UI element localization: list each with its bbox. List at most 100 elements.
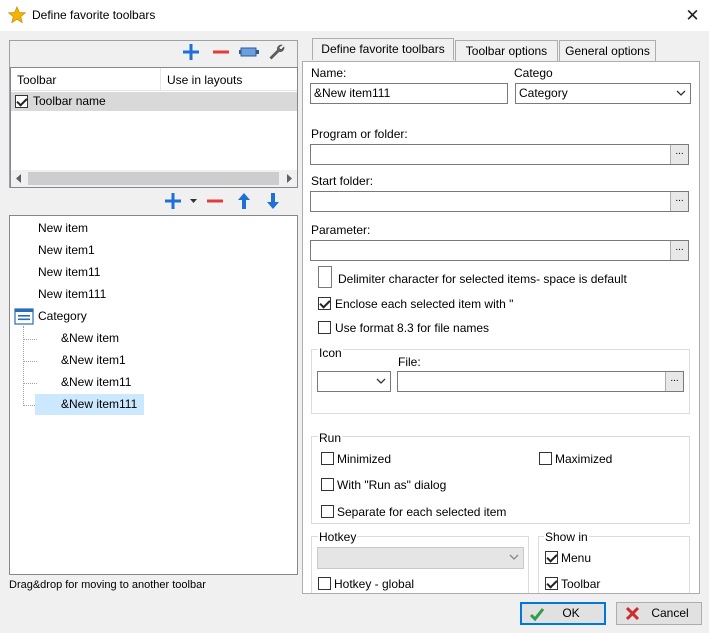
show-menu-label: Menu	[561, 551, 592, 565]
tree-item-label: New item	[38, 221, 89, 235]
tree-connector	[23, 361, 37, 362]
icon-file-field[interactable]	[397, 371, 684, 392]
tree-connector	[23, 326, 24, 406]
minus-icon[interactable]	[212, 43, 230, 61]
program-field[interactable]	[310, 144, 689, 165]
format83-checkbox[interactable]	[318, 321, 331, 334]
toolbars-list[interactable]: Toolbar Use in layouts Toolbar name	[10, 67, 298, 188]
ok-label: OK	[562, 606, 580, 620]
show-toolbar-checkbox[interactable]	[545, 577, 558, 590]
tree-item-label: &New item1	[61, 353, 126, 367]
start-folder-label: Start folder:	[311, 174, 374, 188]
scrollbar-thumb[interactable]	[28, 172, 279, 185]
category-icon	[14, 308, 34, 325]
toolbars-panel: Toolbar Use in layouts Toolbar name	[9, 40, 298, 188]
tree-item[interactable]: New item11	[38, 262, 100, 283]
category-select[interactable]: Category	[515, 83, 691, 104]
hotkey-select[interactable]	[317, 547, 524, 569]
run-group-label: Run	[318, 431, 343, 445]
hotkey-global-checkbox[interactable]	[318, 577, 331, 590]
delimiter-label: Delimiter character for selected items- …	[338, 272, 627, 286]
cancel-label: Cancel	[651, 606, 689, 620]
browse-glyph: ...	[675, 146, 684, 157]
minimized-label: Minimized	[337, 452, 392, 466]
tree-item-label: &New item111	[61, 397, 138, 411]
remove-item-minus-icon[interactable]	[206, 192, 224, 210]
tree-item-category[interactable]: Category	[38, 306, 87, 327]
arrow-up-icon[interactable]	[236, 192, 252, 210]
arrow-down-icon[interactable]	[265, 192, 281, 210]
cross-icon	[625, 606, 640, 621]
tree-item-label: &New item11	[61, 375, 132, 389]
list-header: Toolbar Use in layouts	[11, 68, 297, 91]
table-row[interactable]: Toolbar name	[11, 92, 297, 111]
tree-item-selected[interactable]: &New item111	[35, 394, 144, 415]
separate-checkbox[interactable]	[321, 505, 334, 518]
drag-drop-hint: Drag&drop for moving to another toolbar	[9, 579, 206, 591]
chevron-down-icon	[676, 90, 686, 96]
title-bar: Define favorite toolbars ✕	[0, 0, 709, 31]
items-tree[interactable]: New item New item1 New item11 New item11…	[9, 215, 298, 575]
tab-content-panel: Name: &New item111 Catego Category Progr…	[302, 61, 700, 594]
star-icon	[8, 6, 26, 24]
tab-define-favorite-toolbars[interactable]: Define favorite toolbars	[312, 38, 454, 60]
tree-item[interactable]: New item1	[38, 240, 95, 261]
show-menu-checkbox[interactable]	[545, 551, 558, 564]
start-folder-browse-button[interactable]: ...	[670, 192, 688, 211]
parameter-label: Parameter:	[311, 223, 371, 237]
tree-item-label: &New item	[61, 331, 120, 345]
enclose-checkbox[interactable]	[318, 297, 331, 310]
column-header-toolbar[interactable]: Toolbar	[17, 73, 56, 87]
scroll-left-icon[interactable]	[15, 174, 23, 183]
parameter-field[interactable]	[310, 240, 689, 261]
dialog-window: Define favorite toolbars ✕ Toolbar Use i…	[0, 0, 709, 633]
program-browse-button[interactable]: ...	[670, 145, 688, 164]
format83-label: Use format 8.3 for file names	[335, 321, 490, 335]
delimiter-field[interactable]	[318, 266, 332, 288]
chevron-down-icon	[376, 378, 386, 384]
horizontal-scrollbar[interactable]	[11, 170, 297, 187]
ok-button[interactable]: OK	[520, 602, 606, 625]
run-as-checkbox[interactable]	[321, 478, 334, 491]
wrench-icon[interactable]	[268, 43, 286, 61]
minimized-checkbox[interactable]	[321, 452, 334, 465]
name-field[interactable]: &New item111	[310, 83, 508, 104]
tree-item[interactable]: &New item11	[61, 372, 131, 393]
program-label: Program or folder:	[311, 127, 408, 141]
close-button[interactable]: ✕	[676, 0, 709, 31]
tree-connector	[23, 383, 37, 384]
battery-icon[interactable]	[239, 44, 261, 60]
hotkey-global-label: Hotkey - global	[334, 577, 415, 591]
name-label: Name:	[311, 66, 347, 80]
file-label: File:	[398, 355, 421, 369]
hotkey-group-label: Hotkey	[318, 530, 358, 544]
column-header-use-in-layouts[interactable]: Use in layouts	[167, 73, 242, 87]
tab-general-options[interactable]: General options	[559, 40, 656, 62]
start-folder-field[interactable]	[310, 191, 689, 212]
tab-toolbar-options[interactable]: Toolbar options	[455, 40, 558, 62]
scroll-right-icon[interactable]	[285, 174, 293, 183]
toolbar-row-name: Toolbar name	[33, 94, 106, 108]
chevron-down-icon	[509, 554, 519, 560]
show-in-group-label: Show in	[544, 530, 589, 544]
maximized-label: Maximized	[555, 452, 613, 466]
tree-item[interactable]: New item111	[38, 284, 106, 305]
tree-connector	[23, 339, 37, 340]
toolbar-enabled-checkbox[interactable]	[15, 95, 28, 108]
dropdown-arrow-icon[interactable]	[190, 199, 197, 204]
tree-item[interactable]: New item	[38, 218, 88, 239]
icon-file-browse-button[interactable]: ...	[665, 372, 683, 391]
cancel-button[interactable]: Cancel	[616, 602, 702, 625]
add-item-plus-icon[interactable]	[164, 192, 182, 210]
icon-select[interactable]	[317, 371, 391, 392]
tree-item-label: Category	[38, 309, 87, 323]
maximized-checkbox[interactable]	[539, 452, 552, 465]
enclose-label: Enclose each selected item with "	[335, 297, 514, 311]
plus-icon[interactable]	[182, 43, 200, 61]
checkmark-icon	[529, 608, 545, 622]
tree-item[interactable]: &New item	[61, 328, 119, 349]
tree-item[interactable]: &New item1	[61, 350, 126, 371]
category-label: Catego	[514, 66, 553, 80]
parameter-browse-button[interactable]: ...	[670, 241, 688, 260]
show-toolbar-label: Toolbar	[561, 577, 601, 591]
